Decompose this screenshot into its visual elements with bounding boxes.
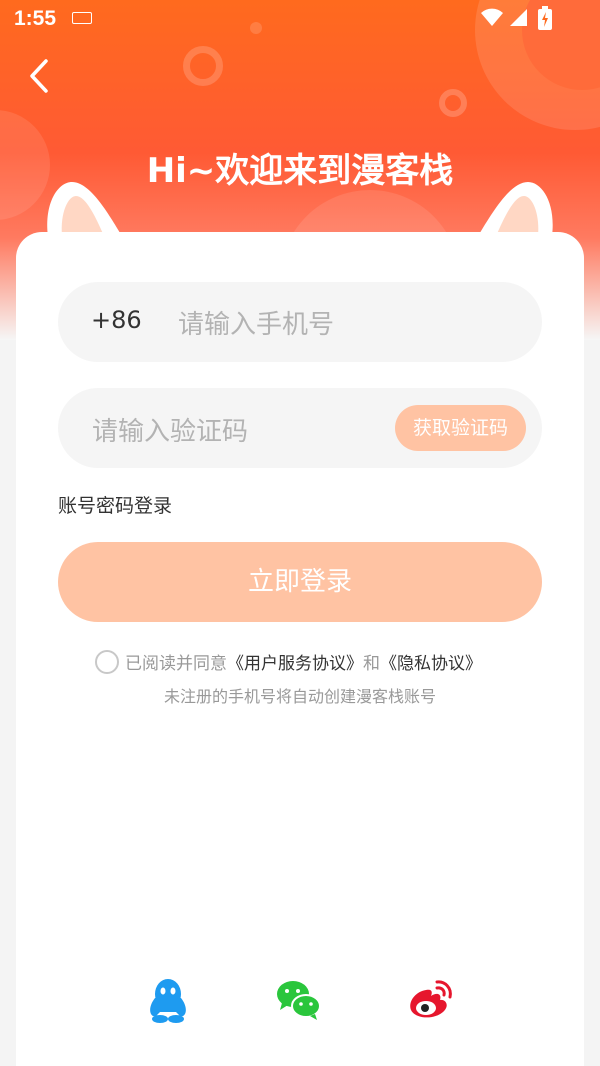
get-code-button[interactable]: 获取验证码 xyxy=(395,405,526,451)
user-agreement-link[interactable]: 《用户服务协议》 xyxy=(227,654,363,674)
agreement-and: 和 xyxy=(363,654,380,674)
agreement-row: 已阅读并同意《用户服务协议》和《隐私协议》 xyxy=(95,648,535,676)
login-button[interactable]: 立即登录 xyxy=(58,542,542,622)
status-bar: 1:55 xyxy=(0,0,600,42)
signal-icon xyxy=(510,9,527,26)
code-input[interactable]: 请输入验证码 xyxy=(92,411,248,448)
agree-checkbox[interactable] xyxy=(95,650,119,674)
wechat-icon[interactable] xyxy=(274,976,322,1024)
phone-input[interactable]: 请输入手机号 xyxy=(178,304,334,341)
status-time: 1:55 xyxy=(14,7,57,30)
back-button[interactable] xyxy=(22,56,62,96)
password-login-link[interactable]: 账号密码登录 xyxy=(58,491,172,518)
code-field[interactable]: 请输入验证码 获取验证码 xyxy=(58,388,542,468)
agreement-prefix: 已阅读并同意 xyxy=(125,654,227,674)
cat-ear-right xyxy=(478,182,553,236)
keyboard-icon xyxy=(72,12,92,24)
decor-ring xyxy=(183,46,223,86)
battery-icon xyxy=(538,6,552,30)
register-note: 未注册的手机号将自动创建漫客栈账号 xyxy=(163,687,436,706)
agreement-text: 已阅读并同意《用户服务协议》和《隐私协议》 xyxy=(125,649,482,674)
phone-field[interactable]: +86 请输入手机号 xyxy=(58,282,542,362)
privacy-link[interactable]: 《隐私协议》 xyxy=(380,654,482,674)
country-code[interactable]: +86 xyxy=(91,306,142,334)
wifi-icon xyxy=(481,8,503,26)
decor-ring xyxy=(439,89,467,117)
cat-ear-left xyxy=(47,182,122,236)
weibo-icon[interactable] xyxy=(406,976,454,1024)
qq-icon[interactable] xyxy=(144,976,192,1024)
